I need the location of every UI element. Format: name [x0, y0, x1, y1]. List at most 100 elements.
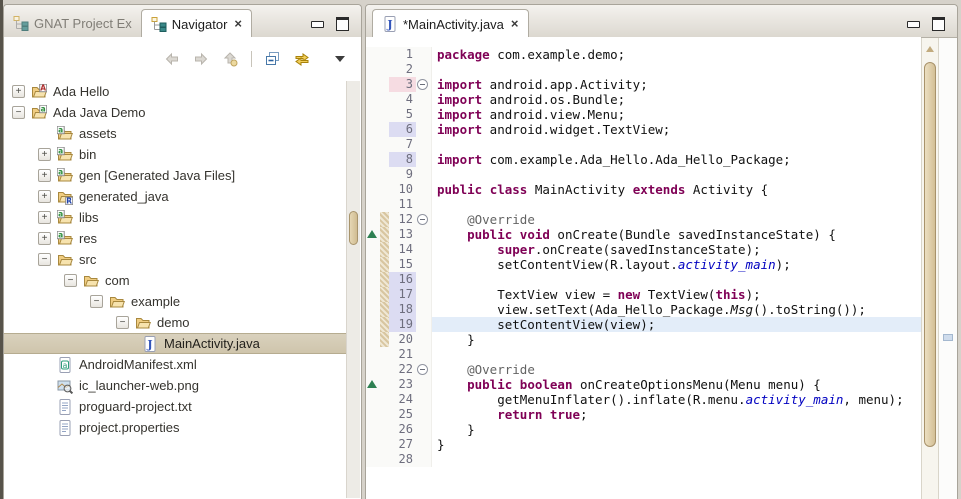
expand-icon[interactable]: + [38, 148, 51, 161]
line-number[interactable]: 16 [389, 272, 416, 287]
folding-ruler[interactable] [416, 272, 432, 287]
collapse-icon[interactable]: − [12, 106, 25, 119]
line-number[interactable]: 20 [389, 332, 416, 347]
tree-item-proguard-project-txt[interactable]: proguard-project.txt [4, 396, 347, 417]
folding-ruler[interactable] [416, 212, 432, 227]
line-number[interactable]: 17 [389, 287, 416, 302]
code-text[interactable]: public class MainActivity extends Activi… [432, 182, 921, 197]
code-text[interactable]: import android.widget.TextView; [432, 122, 921, 137]
line-number[interactable]: 7 [389, 137, 416, 152]
expand-icon[interactable]: + [38, 190, 51, 203]
folding-ruler[interactable] [416, 167, 432, 182]
line-number[interactable]: 8 [389, 152, 416, 167]
annotation-ruler[interactable] [366, 287, 380, 302]
code-text[interactable] [432, 62, 921, 77]
code-text[interactable]: setContentView(R.layout.activity_main); [432, 257, 921, 272]
folding-ruler[interactable] [416, 317, 432, 332]
line-number[interactable]: 11 [389, 197, 416, 212]
folding-ruler[interactable] [416, 137, 432, 152]
code-text[interactable]: TextView view = new TextView(this); [432, 287, 921, 302]
tree-item-example[interactable]: − example [4, 291, 347, 312]
annotation-ruler[interactable] [366, 332, 380, 347]
folding-ruler[interactable] [416, 92, 432, 107]
folding-ruler[interactable] [416, 182, 432, 197]
annotation-ruler[interactable] [366, 107, 380, 122]
code-text[interactable] [432, 197, 921, 212]
line-number[interactable]: 13 [389, 227, 416, 242]
folding-ruler[interactable] [416, 437, 432, 452]
collapse-icon[interactable]: − [38, 253, 51, 266]
folding-ruler[interactable] [416, 152, 432, 167]
folding-ruler[interactable] [416, 122, 432, 137]
annotation-ruler[interactable] [366, 242, 380, 257]
line-number[interactable]: 15 [389, 257, 416, 272]
maximize-icon[interactable] [932, 17, 945, 31]
line-number[interactable]: 23 [389, 377, 416, 392]
line-number[interactable]: 4 [389, 92, 416, 109]
annotation-ruler[interactable] [366, 317, 380, 332]
maximize-icon[interactable] [336, 17, 349, 31]
annotation-ruler[interactable] [366, 212, 380, 227]
tree-item-generated-java[interactable]: + Rgenerated_java [4, 186, 347, 207]
tab-gnat-project-explorer[interactable]: GNAT Project Ex [4, 9, 141, 37]
tree-item-com[interactable]: − com [4, 270, 347, 291]
annotation-ruler[interactable] [366, 422, 380, 437]
line-number[interactable]: 1 [389, 47, 416, 62]
folding-ruler[interactable] [416, 107, 432, 122]
annotation-ruler[interactable] [366, 302, 380, 317]
line-number[interactable]: 26 [389, 422, 416, 437]
folding-ruler[interactable] [416, 332, 432, 347]
tree-item-assets[interactable]: a assets [4, 123, 347, 144]
annotation-ruler[interactable] [366, 392, 380, 407]
annotation-ruler[interactable] [366, 452, 380, 467]
line-number[interactable]: 3 [389, 77, 416, 92]
tree-item-ada-hello[interactable]: + A Ada Hello [4, 81, 347, 102]
editor-vertical-scrollbar[interactable] [921, 38, 939, 499]
code-text[interactable]: return true; [432, 407, 921, 422]
tree-item-bin[interactable]: + a bin [4, 144, 347, 165]
annotation-ruler[interactable] [366, 62, 380, 77]
code-text[interactable]: public void onCreate(Bundle savedInstanc… [432, 227, 921, 242]
annotation-ruler[interactable] [366, 227, 380, 242]
line-number[interactable]: 18 [389, 302, 416, 317]
close-icon[interactable]: × [234, 17, 242, 30]
code-text[interactable]: public boolean onCreateOptionsMenu(Menu … [432, 377, 921, 392]
line-number[interactable]: 14 [389, 242, 416, 257]
tree-item-ada-java-demo[interactable]: − a Ada Java Demo [4, 102, 347, 123]
annotation-ruler[interactable] [366, 347, 380, 362]
view-menu-icon[interactable] [335, 56, 345, 62]
collapse-region-icon[interactable] [417, 214, 428, 225]
scroll-up-icon[interactable] [926, 46, 934, 52]
code-text[interactable]: view.setText(Ada_Hello_Package.Msg().toS… [432, 302, 921, 317]
collapse-icon[interactable]: − [116, 316, 129, 329]
code-text[interactable]: } [432, 422, 921, 437]
folding-ruler[interactable] [416, 377, 432, 392]
line-number[interactable]: 19 [389, 317, 416, 332]
tree-item-libs[interactable]: + a libs [4, 207, 347, 228]
tab-navigator[interactable]: Navigator × [140, 9, 253, 38]
back-icon[interactable] [162, 50, 182, 68]
folding-ruler[interactable] [416, 452, 432, 467]
annotation-ruler[interactable] [366, 272, 380, 287]
navigator-vertical-scrollbar[interactable] [346, 81, 360, 498]
annotation-ruler[interactable] [366, 167, 380, 182]
folding-ruler[interactable] [416, 257, 432, 272]
collapse-region-icon[interactable] [417, 79, 428, 90]
annotation-ruler[interactable] [366, 377, 380, 392]
scrollbar-thumb[interactable] [924, 62, 936, 447]
annotation-ruler[interactable] [366, 137, 380, 152]
code-text[interactable]: } [432, 437, 921, 452]
collapse-icon[interactable]: − [90, 295, 103, 308]
code-text[interactable]: getMenuInflater().inflate(R.menu.activit… [432, 392, 921, 407]
annotation-ruler[interactable] [366, 257, 380, 272]
expand-icon[interactable]: + [38, 211, 51, 224]
annotation-ruler[interactable] [366, 362, 380, 377]
tab-mainactivity-java[interactable]: J *MainActivity.java × [372, 9, 529, 38]
code-text[interactable]: @Override [432, 362, 921, 377]
folding-ruler[interactable] [416, 242, 432, 257]
folding-ruler[interactable] [416, 227, 432, 242]
code-text[interactable]: super.onCreate(savedInstanceState); [432, 242, 921, 257]
line-number[interactable]: 5 [389, 107, 416, 122]
line-number[interactable]: 21 [389, 347, 416, 362]
line-number[interactable]: 10 [389, 182, 416, 197]
